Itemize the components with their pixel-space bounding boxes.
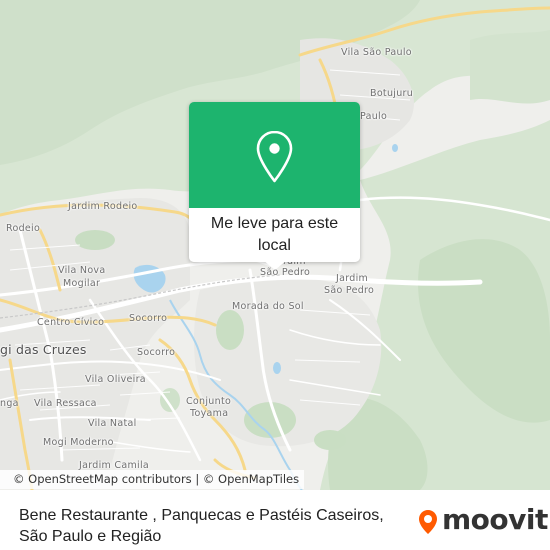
label-mogi-das-cruzes: gi das Cruzes [0, 342, 87, 357]
map-attribution[interactable]: © OpenStreetMap contributors | © OpenMap… [0, 470, 305, 489]
place-title-line1: Bene Restaurante , Panquecas e Pastéis C… [19, 507, 384, 524]
label-jardim-sao-pedro-line1: Jardim [336, 273, 369, 284]
label-vila-nova: Vila Nova [58, 265, 106, 276]
label-toyama: Toyama [190, 408, 229, 419]
place-title: Bene Restaurante , Panquecas e Pastéis C… [19, 505, 419, 547]
map-pin-icon [256, 130, 293, 183]
label-paulo-partial: Paulo [360, 111, 388, 122]
label-rodeio: Rodeio [6, 223, 41, 234]
moovit-logo[interactable]: moovit [418, 503, 548, 536]
label-vila-oliveira: Vila Oliveira [85, 374, 146, 385]
label-vila-ressaca: Vila Ressaca [34, 398, 97, 409]
popup-tail [263, 260, 287, 270]
popup-header[interactable] [189, 102, 360, 208]
label-mogilar: Mogilar [63, 278, 101, 289]
place-title-line2: São Paulo e Região [19, 528, 162, 545]
take-me-there-line1: Me leve para este [210, 215, 339, 232]
moovit-pin-icon [419, 510, 437, 534]
label-botujuru: Botujuru [370, 88, 414, 99]
label-vila-sao-paulo: Vila São Paulo [341, 47, 412, 58]
moovit-wordmark: moovit [442, 503, 548, 536]
label-socorro-1: Socorro [129, 313, 168, 324]
take-me-there-line2: local [258, 237, 291, 254]
label-mogi-moderno: Mogi Moderno [43, 437, 114, 448]
label-vila-natal: Vila Natal [88, 418, 137, 429]
take-me-there-button[interactable]: Me leve para este local [189, 208, 360, 262]
label-conjunto: Conjunto [186, 396, 232, 407]
directions-popup[interactable]: Me leve para este local [189, 102, 360, 270]
label-centro-civico: Centro Cívico [37, 317, 105, 328]
take-me-there-label: Me leve para este local [197, 213, 352, 257]
label-socorro-2: Socorro [137, 347, 176, 358]
label-jardim-rodeio: Jardim Rodeio [68, 201, 138, 212]
label-morada-do-sol: Morada do Sol [232, 301, 304, 312]
label-jardim-sao-pedro-line2: São Pedro [324, 285, 375, 296]
label-nga-partial: nga [0, 398, 19, 409]
